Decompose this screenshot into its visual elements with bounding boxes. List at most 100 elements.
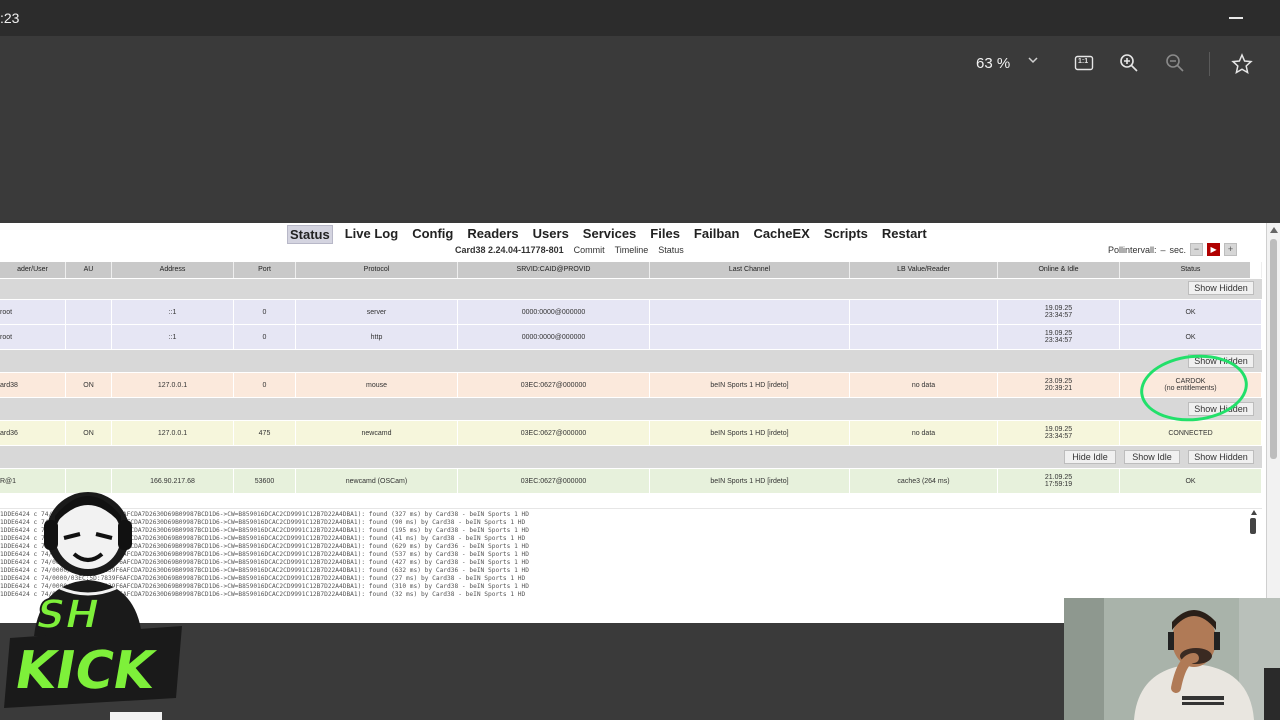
logo-text-top: SH [32,590,104,637]
table-row[interactable]: root ::1 0 http 0000:0000@000000 19.09.2… [0,325,1262,349]
menu-scripts[interactable]: Scripts [822,225,870,244]
zoom-out-icon[interactable] [1164,53,1186,75]
table-cell: cache3 (264 ms) [850,469,998,493]
cell-text: 20:39:21 [1044,385,1073,392]
cell-text: 19.09.25 [1044,330,1073,337]
actual-size-label: 1:1 [1078,58,1089,65]
poll-interval: Pollintervall: – sec. − ▶ + [1108,243,1238,256]
table-header: ader/User AU Address Port Protocol SRVID… [0,262,1262,278]
table-cell: 03EC:0627@000000 [458,469,650,493]
show-hidden-button[interactable]: Show Hidden [1188,281,1254,295]
page-scrollbar[interactable] [1266,223,1280,623]
table-cell: 0 [234,373,296,397]
table-cell: 127.0.0.1 [112,373,234,397]
play-icon[interactable]: ▶ [1207,243,1221,256]
table-cell: 19.09.25 23:34:57 [998,300,1120,324]
table-cell [650,300,850,324]
hide-idle-button[interactable]: Hide Idle [1064,450,1116,464]
poll-increase-button[interactable]: + [1224,243,1238,256]
table-cell: beIN Sports 1 HD [irdeto] [650,373,850,397]
table-cell: root [0,300,66,324]
table-cell [66,325,112,349]
commit-link[interactable]: Commit [574,245,605,255]
chevron-down-icon[interactable] [1022,53,1044,75]
zoom-level[interactable]: 63 % [976,55,1010,72]
table-cell: beIN Sports 1 HD [irdeto] [650,469,850,493]
main-menu: Status Live Log Config Readers Users Ser… [287,225,929,244]
log-scrollbar[interactable] [1250,510,1258,540]
menu-services[interactable]: Services [581,225,639,244]
poll-unit: sec. [1169,244,1187,255]
menu-files[interactable]: Files [648,225,682,244]
cell-text: 21.09.25 [1044,474,1073,481]
table-cell: 0000:0000@000000 [458,300,650,324]
version-text: Card38 2.24.04-11778-801 [455,245,564,255]
table-cell: 03EC:0627@000000 [458,373,650,397]
col-online-idle: Online & Idle [998,262,1120,278]
table-cell: ard38 [0,373,66,397]
table-cell: OK [1120,325,1262,349]
minimize-icon[interactable] [1229,17,1243,19]
title-bar: :23 [0,0,1280,36]
table-cell: 53600 [234,469,296,493]
table-cell: ::1 [112,325,234,349]
section-separator [0,350,1262,372]
col-port: Port [234,262,296,278]
table-cell: ::1 [112,300,234,324]
col-srvid: SRVID:CAID@PROVID [458,262,650,278]
table-cell [650,325,850,349]
table-cell [66,300,112,324]
table-cell: 0 [234,300,296,324]
table-cell: no data [850,373,998,397]
col-au: AU [66,262,112,278]
table-cell: mouse [296,373,458,397]
webcam-overlay [1064,598,1280,720]
cell-text: 23.09.25 [1044,378,1073,385]
menu-cacheex[interactable]: CacheEX [751,225,811,244]
table-row[interactable]: ard36 ON 127.0.0.1 475 newcamd 03EC:0627… [0,421,1262,445]
logo-text-bottom: KICK [10,640,161,701]
table-cell: root [0,325,66,349]
table-cell: http [296,325,458,349]
col-status: Status [1120,262,1262,278]
zoom-in-icon[interactable] [1118,53,1140,75]
col-user: ader/User [0,262,66,278]
table-cell: 0 [234,325,296,349]
col-address: Address [112,262,234,278]
menu-readers[interactable]: Readers [465,225,520,244]
table-cell: newcamd [296,421,458,445]
menu-live-log[interactable]: Live Log [343,225,400,244]
menu-users[interactable]: Users [531,225,571,244]
col-last-channel: Last Channel [650,262,850,278]
streamer-logo: SH KICK [0,476,190,720]
version-line: Card38 2.24.04-11778-801 Commit Timeline… [455,245,684,255]
timeline-link[interactable]: Timeline [615,245,649,255]
status-link[interactable]: Status [658,245,684,255]
menu-restart[interactable]: Restart [880,225,929,244]
show-idle-button[interactable]: Show Idle [1124,450,1180,464]
table-row[interactable]: root ::1 0 server 0000:0000@000000 19.09… [0,300,1262,324]
menu-failban[interactable]: Failban [692,225,742,244]
table-cell: ON [66,421,112,445]
star-icon[interactable] [1231,53,1253,75]
table-row[interactable]: ard38 ON 127.0.0.1 0 mouse 03EC:0627@000… [0,373,1262,397]
col-lb-value: LB Value/Reader [850,262,998,278]
cell-text: 23:34:57 [1044,337,1073,344]
menu-status[interactable]: Status [287,225,333,244]
table-cell: CONNECTED [1120,421,1262,445]
cell-text: 19.09.25 [1044,305,1073,312]
show-hidden-button[interactable]: Show Hidden [1188,450,1254,464]
table-cell: 0000:0000@000000 [458,325,650,349]
poll-decrease-button[interactable]: − [1190,243,1204,256]
table-cell: newcamd (OSCam) [296,469,458,493]
table-cell: 19.09.25 23:34:57 [998,325,1120,349]
viewer-toolbar: 63 % 1:1 [0,36,1280,92]
table-cell: 19.09.25 23:34:57 [998,421,1120,445]
menu-config[interactable]: Config [410,225,455,244]
cell-text: 23:34:57 [1044,433,1073,440]
cell-text: 23:34:57 [1044,312,1073,319]
section-separator [0,279,1262,299]
table-cell: 127.0.0.1 [112,421,234,445]
table-cell: 21.09.25 17:59:19 [998,469,1120,493]
toolbar-divider [1209,52,1210,76]
